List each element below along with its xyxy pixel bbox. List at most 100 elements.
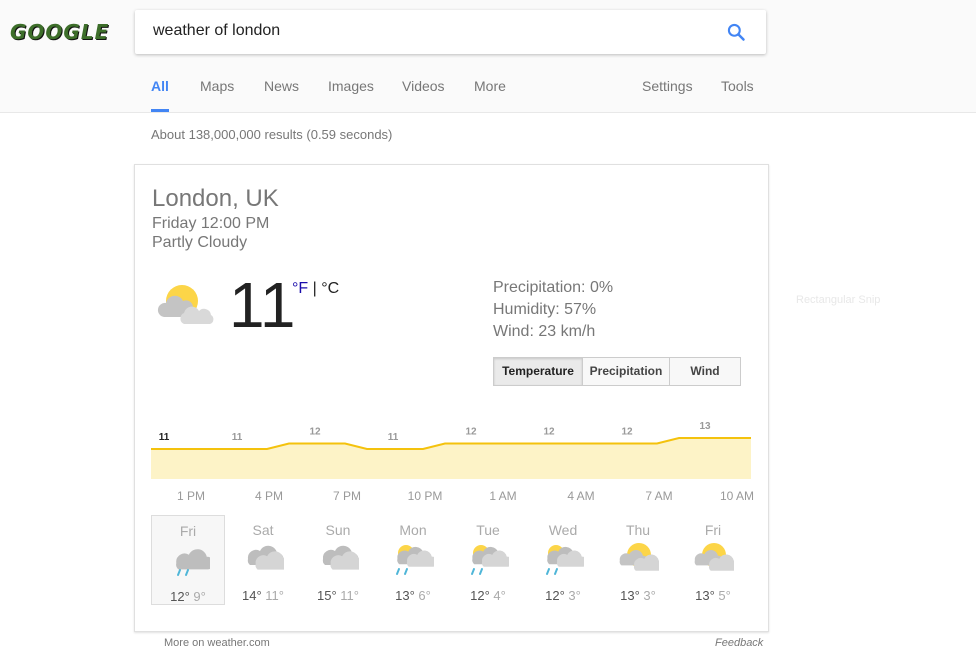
forecast-high: 13°	[620, 588, 640, 603]
temperature-data-label: 12	[543, 427, 555, 438]
cloud-icon	[322, 545, 359, 570]
forecast-day[interactable]: Sun 15° 11°	[301, 515, 375, 605]
temperature-data-label: 13	[699, 421, 711, 432]
weather-datetime: Friday 12:00 PM	[152, 215, 270, 232]
forecast-day[interactable]: Mon 13° 6°	[376, 515, 450, 605]
forecast-day[interactable]: Fri 12° 9°	[151, 515, 225, 605]
result-stats: About 138,000,000 results (0.59 seconds)	[151, 127, 393, 142]
time-tick-label: 1 PM	[176, 489, 205, 503]
time-tick-label: 10 AM	[719, 489, 755, 503]
tab-tools[interactable]: Tools	[721, 78, 754, 112]
forecast-low: 3°	[568, 588, 581, 603]
unit-fahrenheit[interactable]: °F	[292, 280, 308, 297]
forecast-day-name: Thu	[625, 522, 651, 538]
time-tick-label: 7 AM	[645, 489, 673, 503]
temperature-chart: 11 11 12 11 12 12 12 13	[151, 421, 751, 479]
forecast-day[interactable]: Sat 14° 11°	[226, 515, 300, 605]
humidity-info: Humidity: 57%	[493, 301, 597, 318]
sun-rain-cloud-icon	[396, 545, 434, 575]
tab-videos[interactable]: Videos	[402, 78, 445, 112]
precipitation-button[interactable]: Precipitation	[583, 357, 670, 386]
time-tick-label: 4 PM	[254, 489, 283, 503]
time-tick-label: 1 AM	[489, 489, 517, 503]
time-tick-label: 10 PM	[407, 489, 443, 503]
sun-rain-cloud-icon	[471, 545, 509, 575]
forecast-day[interactable]: Wed 12° 3°	[526, 515, 600, 605]
forecast-day-name: Sun	[325, 522, 351, 538]
forecast-day[interactable]: Tue 12° 4°	[451, 515, 525, 605]
forecast-temps: 13° 3°	[601, 588, 675, 603]
forecast-day-name: Wed	[548, 522, 578, 538]
tab-news[interactable]: News	[264, 78, 299, 112]
temperature-data-label: 12	[309, 427, 321, 438]
weather-condition: Partly Cloudy	[152, 234, 248, 251]
wind-button[interactable]: Wind	[670, 357, 741, 386]
forecast-low: 4°	[493, 588, 506, 603]
forecast-low: 11°	[340, 588, 359, 603]
tab-all[interactable]: All	[151, 78, 169, 112]
search-box[interactable]	[135, 10, 766, 54]
time-tick-label: 4 AM	[567, 489, 595, 503]
forecast-day[interactable]: Fri 13° 5°	[676, 515, 750, 605]
tab-more[interactable]: More	[474, 78, 506, 112]
time-tick-label: 7 PM	[332, 489, 361, 503]
forecast-temps: 12° 3°	[526, 588, 600, 603]
temperature-data-label: 12	[621, 427, 633, 438]
tab-images[interactable]: Images	[328, 78, 374, 112]
current-temperature: 11	[229, 269, 296, 341]
unit-separator: |	[308, 280, 322, 297]
forecast-day-name: Mon	[399, 522, 427, 538]
wind-info: Wind: 23 km/h	[493, 323, 596, 340]
forecast-temps: 15° 11°	[301, 588, 375, 603]
temperature-button[interactable]: Temperature	[493, 357, 583, 386]
forecast-temps: 13° 6°	[376, 588, 450, 603]
forecast-high: 13°	[395, 588, 415, 603]
forecast-high: 15°	[317, 588, 337, 603]
forecast-high: 12°	[545, 588, 565, 603]
tab-settings[interactable]: Settings	[642, 78, 693, 112]
forecast-day-name: Tue	[476, 522, 500, 538]
weather-details: Precipitation: 0% Humidity: 57% Wind: 23…	[493, 277, 613, 343]
forecast-low: 5°	[718, 588, 731, 603]
temperature-data-label: 11	[159, 432, 170, 443]
unit-toggle: °F | °C	[292, 280, 339, 298]
forecast-temps: 12° 9°	[152, 589, 224, 604]
precipitation-info: Precipitation: 0%	[493, 279, 614, 296]
temperature-data-label: 11	[388, 432, 399, 443]
google-logo[interactable]: GOOGLE	[10, 20, 109, 44]
more-on-weather-link[interactable]: More on weather.com	[164, 637, 270, 649]
cloud-icon	[247, 545, 284, 570]
forecast-temps: 14° 11°	[226, 588, 300, 603]
forecast-temps: 13° 5°	[676, 588, 750, 603]
forecast-temps: 12° 4°	[451, 588, 525, 603]
partly-cloudy-icon	[157, 285, 214, 324]
unit-celsius[interactable]: °C	[321, 280, 339, 297]
header: GOOGLE All Maps News Images Videos More …	[0, 0, 976, 113]
weather-location: London, UK	[152, 185, 279, 212]
forecast-high: 12°	[170, 589, 190, 604]
rectangular-snip-label: Rectangular Snip	[796, 294, 881, 306]
sun-rain-cloud-icon	[546, 545, 584, 575]
forecast-day-name: Sat	[252, 522, 274, 538]
rain-cloud-icon	[176, 549, 210, 576]
search-icon[interactable]	[726, 22, 746, 42]
forecast-low: 9°	[193, 589, 206, 604]
forecast-high: 13°	[695, 588, 715, 603]
forecast-low: 6°	[418, 588, 431, 603]
forecast-low: 3°	[643, 588, 656, 603]
partly-cloudy-icon	[694, 543, 734, 571]
weather-card: London, UK Friday 12:00 PM Partly Cloudy…	[134, 164, 769, 632]
search-input[interactable]	[151, 21, 715, 41]
forecast-high: 14°	[242, 588, 262, 603]
partly-cloudy-icon	[619, 543, 659, 571]
forecast-day-name: Fri	[704, 522, 722, 538]
chart-mode-buttons: Temperature Precipitation Wind	[493, 357, 741, 386]
tab-maps[interactable]: Maps	[200, 78, 234, 112]
forecast-high: 12°	[470, 588, 490, 603]
feedback-link[interactable]: Feedback	[715, 637, 763, 649]
temperature-data-label: 12	[465, 427, 477, 438]
temperature-data-label: 11	[232, 432, 243, 443]
forecast-day-name: Fri	[179, 523, 197, 539]
forecast-day[interactable]: Thu 13° 3°	[601, 515, 675, 605]
forecast-low: 11°	[265, 588, 284, 603]
